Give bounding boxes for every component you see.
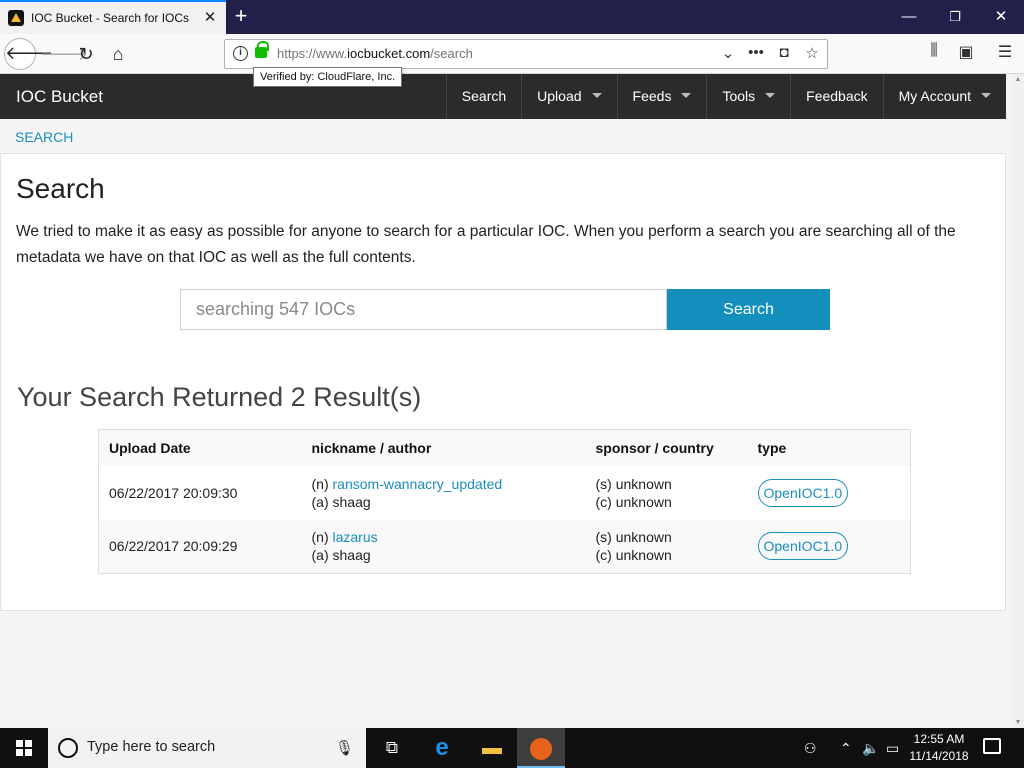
search-button[interactable]: Search xyxy=(667,289,830,330)
site-navbar: IOC Bucket Search Upload Feeds Tools Fee… xyxy=(0,74,1006,119)
tab-close-icon[interactable]: ✕ xyxy=(202,10,218,26)
menu-item-feedback[interactable]: Feedback xyxy=(790,74,882,119)
nickname-prefix: (n) xyxy=(311,529,333,546)
forward-arrow-icon[interactable]: 🡒 xyxy=(40,40,88,68)
clock-time: 12:55 AM xyxy=(913,732,965,746)
back-arrow-icon[interactable]: 🡐 xyxy=(4,38,53,70)
author-text: (a) shaag xyxy=(311,547,371,564)
web-page: IOC Bucket Search Upload Feeds Tools Fee… xyxy=(0,74,1012,728)
table-header-row: Upload Date nickname / author sponsor / … xyxy=(98,429,911,466)
nickname-author-cell: (n) ransom-wannacry_updated (a) shaag xyxy=(301,465,586,520)
site-brand[interactable]: IOC Bucket xyxy=(16,74,103,119)
bookmark-star-icon[interactable]: ☆ xyxy=(803,44,821,62)
breadcrumb-bar: SEARCH xyxy=(0,119,1006,154)
start-button[interactable] xyxy=(0,728,48,768)
windows-taskbar: Type here to search 🎙 ⧉ e ▬ ⚇ ⌃ 🔈 ▭ 12:5… xyxy=(0,728,1024,768)
system-clock[interactable]: 12:55 AM 11/14/2018 xyxy=(900,731,978,765)
sidebar-icon[interactable]: ▣ xyxy=(955,42,977,62)
file-explorer-icon[interactable]: ▬ xyxy=(468,728,516,768)
iocbucket-favicon-icon xyxy=(8,10,24,26)
url-dropdown-chevron-icon[interactable]: ⌄ xyxy=(719,44,737,62)
sponsor-text: (s) unknown xyxy=(595,475,672,492)
address-bar[interactable]: i https://www.iocbucket.com/search ⌄ •••… xyxy=(224,39,828,69)
results-heading: Your Search Returned 2 Result(s) xyxy=(17,382,422,412)
cortana-circle-icon xyxy=(58,738,78,758)
sponsor-text: (s) unknown xyxy=(595,529,672,546)
caret-down-icon xyxy=(765,92,776,98)
caret-down-icon xyxy=(981,92,991,98)
menu-item-my-account[interactable]: My Account xyxy=(882,74,1006,119)
task-view-icon[interactable]: ⧉ xyxy=(368,728,416,768)
column-header-nickname-author: nickname / author xyxy=(301,429,586,466)
edge-browser-icon[interactable]: e xyxy=(418,728,466,768)
intro-text: We tried to make it as easy as possible … xyxy=(16,223,956,266)
sponsor-country-cell: (s) unknown (c) unknown xyxy=(585,519,748,574)
page-title: Search xyxy=(16,173,105,204)
scroll-up-icon[interactable]: ▲ xyxy=(1014,76,1022,83)
ioc-type-badge[interactable]: OpenIOC1.0 xyxy=(757,532,849,561)
upload-date-cell: 06/22/2017 20:09:29 xyxy=(98,519,302,574)
country-text: (c) unknown xyxy=(595,493,672,510)
nickname-prefix: (n) xyxy=(311,475,333,492)
browser-toolbar: 🡐 🡒 ↻ ⌂ i https://www.iocbucket.com/sear… xyxy=(0,34,1024,74)
minimize-window-icon[interactable]: — xyxy=(897,6,921,28)
new-tab-button[interactable]: + xyxy=(230,5,252,27)
caret-down-icon xyxy=(681,92,692,98)
site-info-icon[interactable]: i xyxy=(233,46,248,61)
page-scrollbar[interactable]: ▲ ▼ xyxy=(1012,74,1024,728)
caret-down-icon xyxy=(591,92,602,98)
column-header-sponsor-country: sponsor / country xyxy=(585,429,748,466)
hamburger-menu-icon[interactable]: ☰ xyxy=(994,42,1016,62)
ioc-nickname-link[interactable]: ransom-wannacry_updated xyxy=(333,476,503,492)
library-icon[interactable]: ⫼ xyxy=(923,42,945,60)
site-menu: Search Upload Feeds Tools Feedback My Ac… xyxy=(445,74,1006,119)
type-cell: OpenIOC1.0 xyxy=(747,465,911,520)
main-content: Search We tried to make it as easy as po… xyxy=(0,154,1006,611)
sponsor-country-cell: (s) unknown (c) unknown xyxy=(585,465,748,520)
menu-item-feeds[interactable]: Feeds xyxy=(616,74,707,119)
ioc-type-badge[interactable]: OpenIOC1.0 xyxy=(757,478,849,507)
column-header-type: type xyxy=(747,429,911,466)
volume-muted-icon[interactable]: 🔈 xyxy=(862,740,879,757)
show-hidden-icons-chevron-icon[interactable]: ⌃ xyxy=(840,740,852,757)
url-text[interactable]: https://www.iocbucket.com/search xyxy=(277,46,473,61)
home-icon[interactable]: ⌂ xyxy=(104,40,132,68)
table-row: 06/22/2017 20:09:29 (n) lazarus (a) shaa… xyxy=(98,519,911,574)
country-text: (c) unknown xyxy=(595,547,672,564)
windows-logo-icon xyxy=(16,740,32,756)
taskbar-search-box[interactable]: Type here to search 🎙 xyxy=(48,728,366,768)
scroll-down-icon[interactable]: ▼ xyxy=(1014,719,1022,726)
browser-tab-strip: IOC Bucket - Search for IOCs ✕ + — ❐ ✕ xyxy=(0,0,1024,34)
security-tooltip: Verified by: CloudFlare, Inc. xyxy=(253,67,403,87)
table-row: 06/22/2017 20:09:30 (n) ransom-wannacry_… xyxy=(98,465,911,520)
menu-item-tools[interactable]: Tools xyxy=(706,74,790,119)
reload-icon[interactable]: ↻ xyxy=(72,40,100,68)
results-table: Upload Date nickname / author sponsor / … xyxy=(98,429,911,574)
nickname-author-cell: (n) lazarus (a) shaag xyxy=(301,519,586,574)
network-icon[interactable]: ▭ xyxy=(886,740,899,757)
action-center-icon[interactable] xyxy=(983,738,1001,754)
pocket-icon[interactable]: ◘ xyxy=(775,44,793,62)
microphone-icon[interactable]: 🎙 xyxy=(335,739,354,757)
close-window-icon[interactable]: ✕ xyxy=(989,6,1013,28)
menu-item-upload[interactable]: Upload xyxy=(521,74,616,119)
type-cell: OpenIOC1.0 xyxy=(747,519,911,574)
tab-title: IOC Bucket - Search for IOCs xyxy=(31,11,190,25)
secure-lock-icon[interactable] xyxy=(255,41,269,58)
ioc-nickname-link[interactable]: lazarus xyxy=(333,529,378,545)
ioc-search-input[interactable] xyxy=(180,289,667,330)
menu-item-search[interactable]: Search xyxy=(445,74,521,119)
breadcrumb[interactable]: SEARCH xyxy=(15,129,73,145)
firefox-icon[interactable] xyxy=(517,728,565,768)
taskbar-search-placeholder: Type here to search xyxy=(87,739,216,755)
author-text: (a) shaag xyxy=(311,493,371,510)
upload-date-cell: 06/22/2017 20:09:30 xyxy=(98,465,302,520)
column-header-upload-date: Upload Date xyxy=(98,429,302,466)
page-actions-icon[interactable]: ••• xyxy=(747,44,765,62)
people-icon[interactable]: ⚇ xyxy=(804,740,817,757)
restore-window-icon[interactable]: ❐ xyxy=(943,6,967,28)
clock-date: 11/14/2018 xyxy=(909,749,969,763)
browser-tab-active[interactable]: IOC Bucket - Search for IOCs ✕ xyxy=(0,0,226,34)
